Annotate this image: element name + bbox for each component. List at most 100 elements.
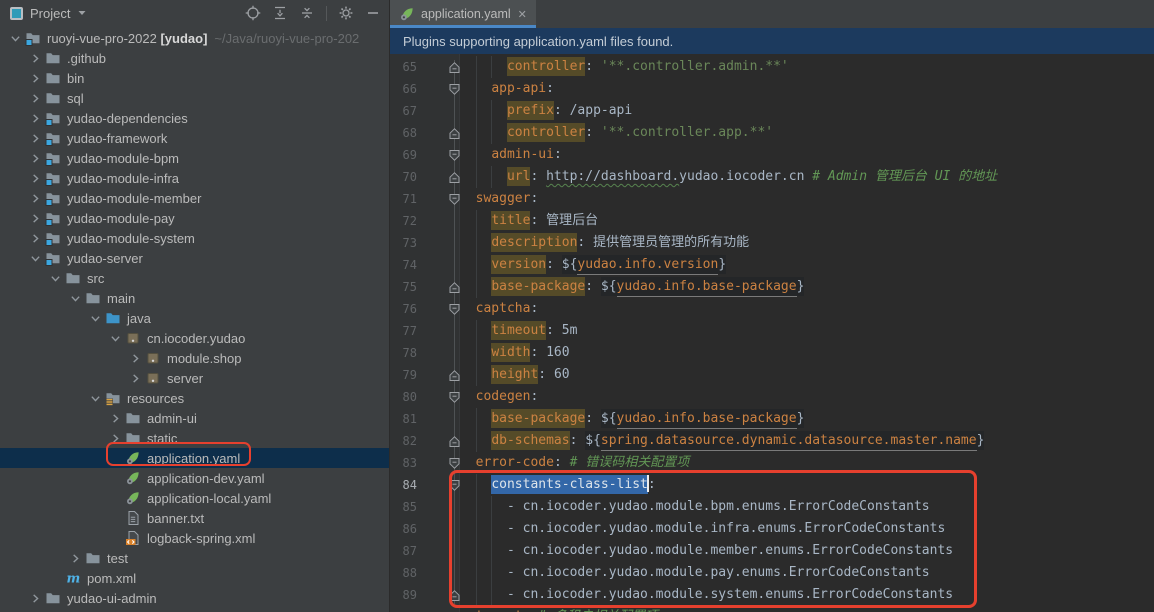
chevron-down-icon[interactable] (106, 330, 124, 346)
expand-all-icon[interactable] (272, 5, 288, 21)
fold-marker-icon[interactable] (448, 303, 461, 316)
chevron-right-icon[interactable] (26, 590, 44, 606)
tree-item-yudao-module-bpm[interactable]: yudao-module-bpm (0, 148, 389, 168)
tab-application-yaml[interactable]: application.yaml ✕ (390, 0, 536, 28)
fold-marker-icon[interactable] (448, 435, 461, 448)
chevron-right-icon[interactable] (26, 150, 44, 166)
tree-item-application-yaml[interactable]: application.yaml (0, 448, 389, 468)
hide-panel-icon[interactable] (365, 5, 381, 21)
chevron-right-icon[interactable] (26, 190, 44, 206)
fold-marker-icon[interactable] (448, 589, 461, 602)
code-line-87[interactable]: 87 - cn.iocoder.yudao.module.member.enum… (390, 540, 1154, 562)
fold-marker-icon[interactable] (448, 457, 461, 470)
tree-item-yudao-server[interactable]: yudao-server (0, 248, 389, 268)
code-line-81[interactable]: 81 base-package: ${yudao.info.base-packa… (390, 408, 1154, 430)
tree-item-src[interactable]: src (0, 268, 389, 288)
tab-close-icon[interactable]: ✕ (518, 8, 527, 21)
chevron-right-icon[interactable] (26, 110, 44, 126)
chevron-down-icon[interactable] (66, 290, 84, 306)
tree-item-server[interactable]: server (0, 368, 389, 388)
code-line-85[interactable]: 85 - cn.iocoder.yudao.module.bpm.enums.E… (390, 496, 1154, 518)
code-line-83[interactable]: 83 error-code: # 错误码相关配置项 (390, 452, 1154, 474)
chevron-right-icon[interactable] (26, 70, 44, 86)
code-line-70[interactable]: 70 url: http://dashboard.yudao.iocoder.c… (390, 166, 1154, 188)
code-line-86[interactable]: 86 - cn.iocoder.yudao.module.infra.enums… (390, 518, 1154, 540)
chevron-right-icon[interactable] (126, 370, 144, 386)
code-line-82[interactable]: 82 db-schemas: ${spring.datasource.dynam… (390, 430, 1154, 452)
project-panel-title[interactable]: Project (30, 6, 70, 21)
code-line-88[interactable]: 88 - cn.iocoder.yudao.module.pay.enums.E… (390, 562, 1154, 584)
chevron-right-icon[interactable] (66, 550, 84, 566)
chevron-down-icon[interactable] (77, 8, 87, 18)
fold-marker-icon[interactable] (448, 281, 461, 294)
code-line-79[interactable]: 79 height: 60 (390, 364, 1154, 386)
tree-item-banner-txt[interactable]: banner.txt (0, 508, 389, 528)
chevron-right-icon[interactable] (126, 350, 144, 366)
tree-item-test[interactable]: test (0, 548, 389, 568)
code-line-67[interactable]: 67 prefix: /app-api (390, 100, 1154, 122)
fold-marker-icon[interactable] (448, 149, 461, 162)
code-line-73[interactable]: 73 description: 提供管理员管理的所有功能 (390, 232, 1154, 254)
fold-marker-icon[interactable] (448, 61, 461, 74)
tree-item-yudao-dependencies[interactable]: yudao-dependencies (0, 108, 389, 128)
tree-item-module-shop[interactable]: module.shop (0, 348, 389, 368)
fold-marker-icon[interactable] (448, 83, 461, 96)
code-line-72[interactable]: 72 title: 管理后台 (390, 210, 1154, 232)
fold-marker-icon[interactable] (448, 391, 461, 404)
tree-item-yudao-ui-admin[interactable]: yudao-ui-admin (0, 588, 389, 608)
code-line-78[interactable]: 78 width: 160 (390, 342, 1154, 364)
tree-item-admin-ui[interactable]: admin-ui (0, 408, 389, 428)
code-line-68[interactable]: 68 controller: '**.controller.app.**' (390, 122, 1154, 144)
tree-item-bin[interactable]: bin (0, 68, 389, 88)
tree-item-application-local-yaml[interactable]: application-local.yaml (0, 488, 389, 508)
tree-item-pom-xml[interactable]: mpom.xml (0, 568, 389, 588)
code-line-84[interactable]: 84 constants-class-list: (390, 474, 1154, 496)
fold-marker-icon[interactable] (448, 369, 461, 382)
tree-item-logback-spring-xml[interactable]: logback-spring.xml (0, 528, 389, 548)
code-line-80[interactable]: 80 codegen: (390, 386, 1154, 408)
code-line-66[interactable]: 66 app-api: (390, 78, 1154, 100)
tree-item--github[interactable]: .github (0, 48, 389, 68)
fold-marker-icon[interactable] (448, 479, 461, 492)
chevron-right-icon[interactable] (106, 430, 124, 446)
collapse-all-icon[interactable] (299, 5, 315, 21)
chevron-right-icon[interactable] (26, 170, 44, 186)
code-line-74[interactable]: 74 version: ${yudao.info.version} (390, 254, 1154, 276)
tree-item-yudao-module-infra[interactable]: yudao-module-infra (0, 168, 389, 188)
fold-marker-icon[interactable] (448, 171, 461, 184)
tree-item-main[interactable]: main (0, 288, 389, 308)
code-line-75[interactable]: 75 base-package: ${yudao.info.base-packa… (390, 276, 1154, 298)
tree-item-yudao-module-system[interactable]: yudao-module-system (0, 228, 389, 248)
chevron-down-icon[interactable] (26, 250, 44, 266)
chevron-right-icon[interactable] (26, 50, 44, 66)
code-line-71[interactable]: 71 swagger: (390, 188, 1154, 210)
chevron-down-icon[interactable] (6, 30, 24, 46)
settings-gear-icon[interactable] (338, 5, 354, 21)
tree-item-sql[interactable]: sql (0, 88, 389, 108)
tree-item-yudao-module-member[interactable]: yudao-module-member (0, 188, 389, 208)
tree-item-yudao-framework[interactable]: yudao-framework (0, 128, 389, 148)
fold-marker-icon[interactable] (448, 127, 461, 140)
fold-marker-icon[interactable] (448, 193, 461, 206)
locate-file-icon[interactable] (245, 5, 261, 21)
chevron-right-icon[interactable] (26, 90, 44, 106)
chevron-right-icon[interactable] (106, 410, 124, 426)
chevron-right-icon[interactable] (26, 230, 44, 246)
tree-item-cn-iocoder-yudao[interactable]: cn.iocoder.yudao (0, 328, 389, 348)
code-line-77[interactable]: 77 timeout: 5m (390, 320, 1154, 342)
chevron-right-icon[interactable] (26, 210, 44, 226)
code-line-76[interactable]: 76 captcha: (390, 298, 1154, 320)
code-line-89[interactable]: 89 - cn.iocoder.yudao.module.system.enum… (390, 584, 1154, 606)
tree-item-application-dev-yaml[interactable]: application-dev.yaml (0, 468, 389, 488)
chevron-down-icon[interactable] (86, 310, 104, 326)
tree-item-static[interactable]: static (0, 428, 389, 448)
chevron-down-icon[interactable] (46, 270, 64, 286)
chevron-down-icon[interactable] (86, 390, 104, 406)
code-line-69[interactable]: 69 admin-ui: (390, 144, 1154, 166)
chevron-right-icon[interactable] (26, 130, 44, 146)
tree-item-ruoyi-vue-pro-2022[interactable]: ruoyi-vue-pro-2022 [yudao]~/Java/ruoyi-v… (0, 28, 389, 48)
code-editor[interactable]: 65 controller: '**.controller.admin.**'6… (390, 54, 1154, 612)
tree-item-java[interactable]: java (0, 308, 389, 328)
tree-item-yudao-module-pay[interactable]: yudao-module-pay (0, 208, 389, 228)
tree-item-resources[interactable]: resources (0, 388, 389, 408)
